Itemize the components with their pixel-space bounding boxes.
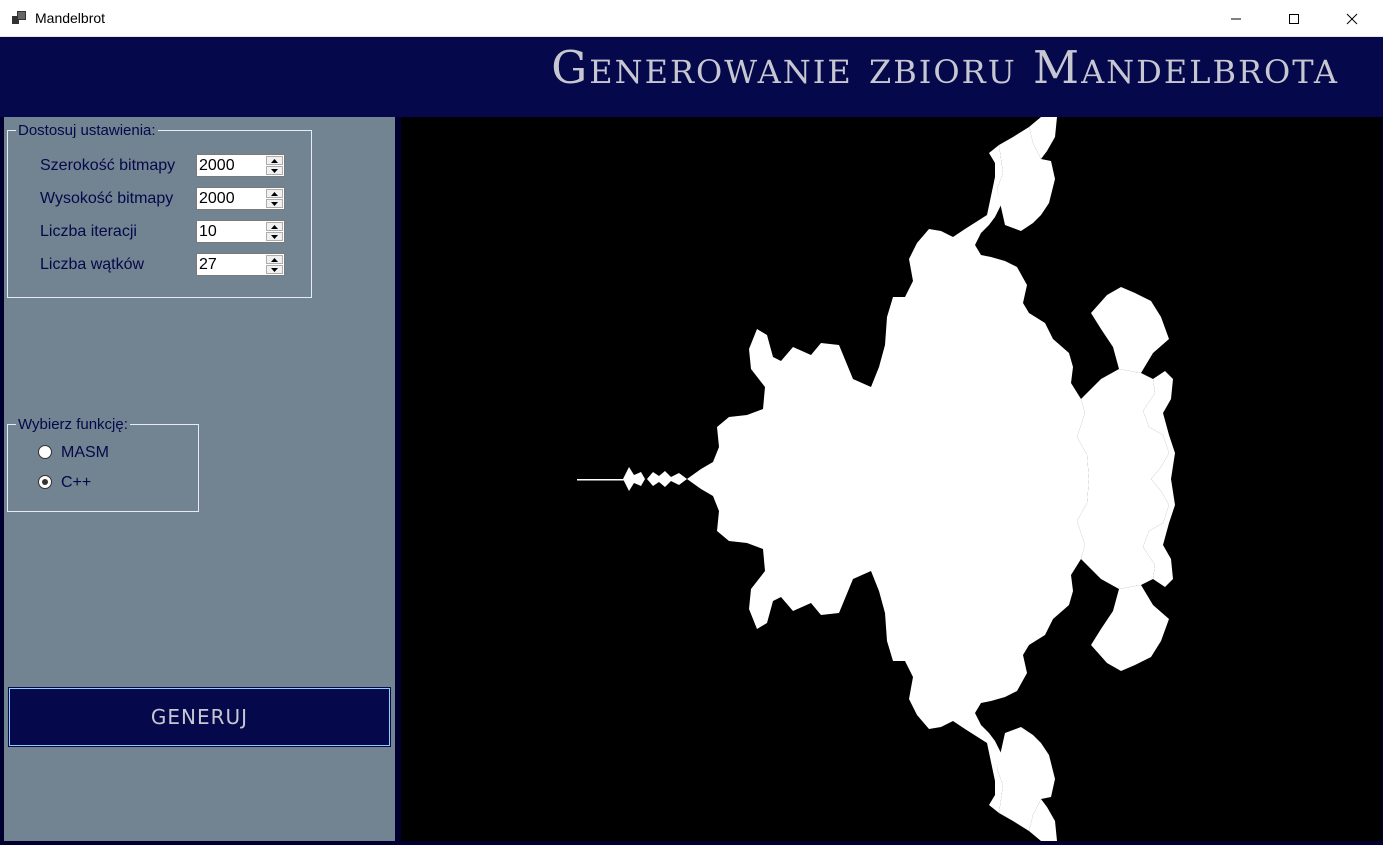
window-title: Mandelbrot [35,10,106,26]
arrow-down-icon [271,267,278,272]
iterations-input[interactable] [197,221,267,242]
mandelbrot-canvas [401,117,1382,841]
function-groupbox: Wybierz funkcję: MASM C++ [7,416,199,512]
bitmap-width-label: Szerokość bitmapy [40,157,176,174]
minimize-icon [1231,18,1241,19]
bitmap-width-input[interactable] [197,155,267,176]
bitmap-width-increment-button[interactable] [266,156,283,165]
iterations-label: Liczba iteracji [40,223,137,240]
bitmap-width-spin-buttons [266,156,283,175]
settings-group-label: Dostosuj ustawienia: [16,122,158,139]
bitmap-width-decrement-button[interactable] [266,166,283,175]
threads-spin-buttons [266,255,283,274]
bitmap-height-stepper[interactable] [196,187,285,210]
threads-increment-button[interactable] [266,255,283,264]
arrow-up-icon [271,191,278,196]
bitmap-height-input[interactable] [197,188,267,209]
function-group-label: Wybierz funkcję: [16,416,130,433]
bitmap-height-increment-button[interactable] [266,189,283,198]
window-bottom-border [0,841,1383,845]
close-icon [1346,13,1358,24]
masm-radio-label[interactable]: MASM [61,444,109,462]
page-title: Generowanie zbioru Mandelbrota [551,41,1339,94]
settings-groupbox: Dostosuj ustawienia: Szerokość bitmapy W… [7,122,312,298]
arrow-up-icon [271,158,278,163]
arrow-up-icon [271,257,278,262]
header-banner: Generowanie zbioru Mandelbrota [0,37,1383,117]
minimize-button[interactable] [1207,0,1265,37]
cpp-radio-label[interactable]: C++ [61,474,91,492]
mandelbrot-image [401,117,1382,841]
close-button[interactable] [1323,0,1381,37]
cpp-radio[interactable] [38,475,52,489]
masm-radio[interactable] [38,445,52,459]
arrow-down-icon [271,168,278,173]
generate-button[interactable]: GENERUJ [8,687,391,747]
arrow-down-icon [271,234,278,239]
settings-panel: Dostosuj ustawienia: Szerokość bitmapy W… [4,117,395,841]
bitmap-height-label: Wysokość bitmapy [40,190,174,207]
app-icon [12,11,26,24]
arrow-down-icon [271,201,278,206]
bitmap-height-spin-buttons [266,189,283,208]
maximize-icon [1289,13,1299,24]
threads-stepper[interactable] [196,253,285,276]
threads-decrement-button[interactable] [266,265,283,274]
iterations-spin-buttons [266,222,283,241]
window-titlebar: Mandelbrot [0,0,1383,37]
threads-label: Liczba wątków [40,256,145,273]
maximize-button[interactable] [1265,0,1323,37]
threads-input[interactable] [197,254,267,275]
bitmap-width-stepper[interactable] [196,154,285,177]
bitmap-height-decrement-button[interactable] [266,199,283,208]
iterations-increment-button[interactable] [266,222,283,231]
arrow-up-icon [271,224,278,229]
iterations-stepper[interactable] [196,220,285,243]
iterations-decrement-button[interactable] [266,232,283,241]
